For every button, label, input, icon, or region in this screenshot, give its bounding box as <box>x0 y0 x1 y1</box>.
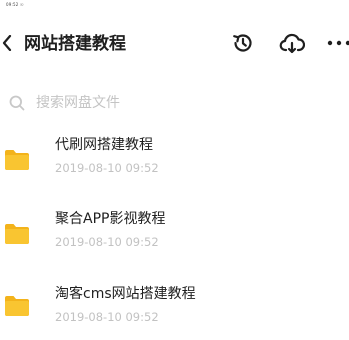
list-item[interactable]: 聚合APP影视教程 2019-08-10 09:52 <box>0 210 349 260</box>
folder-icon <box>5 224 29 244</box>
list-item[interactable]: 淘客cms网站搭建教程 2019-08-10 09:52 <box>0 285 349 335</box>
folder-icon <box>5 296 29 316</box>
more-button[interactable] <box>326 30 349 56</box>
file-date: 2019-08-10 09:52 <box>55 310 159 324</box>
search-icon <box>9 95 25 111</box>
search-bar[interactable]: 搜索网盘文件 <box>0 88 349 118</box>
folder-icon <box>5 150 29 170</box>
history-icon <box>233 34 252 52</box>
status-bar-time: 09:52 ☉ <box>6 2 24 7</box>
search-input[interactable]: 搜索网盘文件 <box>36 94 120 112</box>
more-icon <box>327 40 349 46</box>
file-date: 2019-08-10 09:52 <box>55 161 159 175</box>
history-button[interactable] <box>230 30 256 56</box>
page-title: 网站搭建教程 <box>24 34 126 54</box>
file-name: 聚合APP影视教程 <box>55 211 166 227</box>
file-date: 2019-08-10 09:52 <box>55 235 159 249</box>
file-name: 代刷网搭建教程 <box>55 137 153 153</box>
cloud-download-button[interactable] <box>279 30 305 56</box>
back-icon[interactable] <box>0 33 14 53</box>
file-name: 淘客cms网站搭建教程 <box>55 286 196 302</box>
header-bar: 网站搭建教程 <box>0 24 349 64</box>
cloud-download-icon <box>279 33 305 54</box>
list-item[interactable]: 代刷网搭建教程 2019-08-10 09:52 <box>0 136 349 186</box>
